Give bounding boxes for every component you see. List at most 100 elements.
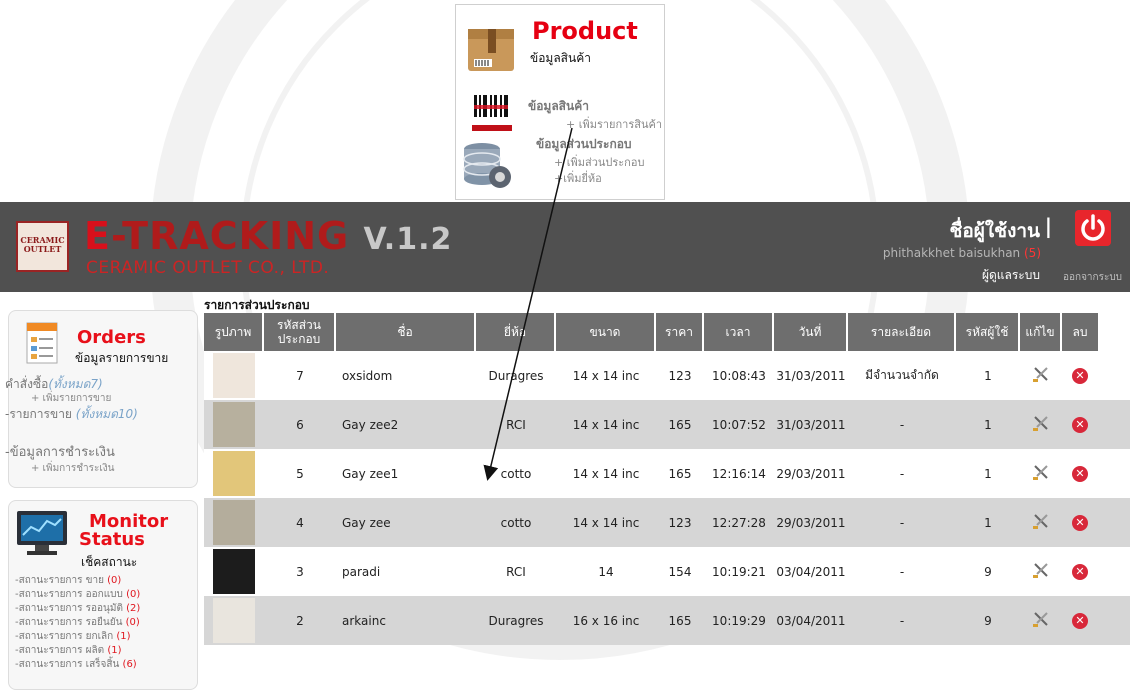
- cell-time: 12:16:14: [712, 466, 766, 481]
- cell-image: [204, 500, 264, 545]
- cell-price: 123: [668, 368, 692, 383]
- edit-tools-icon[interactable]: [1032, 463, 1050, 481]
- cell-name: Gay zee2: [342, 417, 399, 432]
- delete-icon[interactable]: ✕: [1072, 563, 1088, 580]
- cell-price: 154: [668, 564, 692, 579]
- cell-detail: -: [899, 564, 905, 579]
- cell-component-id: 6: [296, 417, 304, 432]
- table-row: 5 Gay zee1 cotto 14 x 14 inc 165 12:16:14 29/0…: [204, 449, 1130, 498]
- cell-time: 12:27:28: [712, 515, 766, 530]
- cell-time: 10:19:29: [712, 613, 766, 628]
- cell-brand: RCI: [506, 564, 526, 579]
- product-title: Product: [532, 17, 638, 45]
- cell-date: 31/03/2011: [776, 368, 846, 383]
- status-cancelled[interactable]: -สถานะรายการ ยกเลิก (1): [15, 629, 131, 644]
- cell-date: 31/03/2011: [776, 417, 846, 432]
- edit-tools-icon[interactable]: [1032, 561, 1050, 579]
- tile-thumbnail: [213, 500, 255, 545]
- cell-user-id: 1: [984, 368, 992, 383]
- product-menu-panel: Product ข้อมูลสินค้า ข้อมูลสินค้า + เพิ่…: [455, 4, 665, 200]
- cell-size: 14 x 14 inc: [572, 368, 640, 383]
- cell-delete: ✕: [1062, 465, 1098, 482]
- cell-edit: [1020, 463, 1062, 484]
- logout-link[interactable]: ออกจากระบบ: [1063, 270, 1122, 285]
- orders-card: Orders ข้อมูลรายการขาย คำสั่งซื้อ(ทั้งหม…: [5, 310, 198, 488]
- table-row: 4 Gay zee cotto 14 x 14 inc 123 12:27:28 29/03…: [204, 498, 1130, 547]
- user-role: ผู้ดูแลระบบ: [981, 268, 1040, 282]
- edit-tools-icon[interactable]: [1032, 610, 1050, 628]
- menu-add-brand[interactable]: +เพิ่มยี่ห้อ: [554, 169, 602, 187]
- cell-detail: -: [899, 515, 905, 530]
- cell-brand: RCI: [506, 417, 526, 432]
- col-name: ชื่อ: [336, 313, 476, 351]
- status-pending-confirm[interactable]: -สถานะรายการ รอยืนยัน (0): [15, 615, 140, 630]
- cell-component-id: 2: [296, 613, 304, 628]
- table-row: 7 oxsidom Duragres 14 x 14 inc 123 10:08:43 31…: [204, 351, 1130, 400]
- cell-component-id: 7: [296, 368, 304, 383]
- col-image: รูปภาพ: [204, 313, 264, 351]
- menu-add-product[interactable]: + เพิ่มรายการสินค้า: [566, 115, 662, 133]
- cell-name: paradi: [342, 564, 381, 579]
- cell-date: 29/03/2011: [776, 515, 846, 530]
- database-settings-icon: [463, 143, 511, 188]
- orders-add-payment-link[interactable]: + เพิ่มการชำระเงิน: [31, 461, 114, 476]
- status-production[interactable]: -สถานะรายการ ผลิต (1): [15, 643, 122, 658]
- delete-icon[interactable]: ✕: [1072, 367, 1088, 384]
- product-subtitle: ข้อมูลสินค้า: [530, 51, 591, 65]
- cell-price: 165: [668, 466, 692, 481]
- orders-payment-link[interactable]: -ข้อมูลการชำระเงิน: [5, 441, 115, 462]
- monitor-subtitle: เช็คสถานะ: [81, 555, 138, 569]
- menu-component-info[interactable]: ข้อมูลส่วนประกอบ: [536, 135, 632, 154]
- col-price: ราคา: [656, 313, 704, 351]
- status-completed[interactable]: -สถานะรายการ เสร็จสิ้น (6): [15, 657, 137, 672]
- table-header: รูปภาพ รหัสส่วน ประกอบ ชื่อ ยี่ห้อ ขนาด …: [204, 313, 1130, 351]
- tile-thumbnail: [213, 549, 255, 594]
- col-user-id: รหัสผู้ใช้: [956, 313, 1020, 351]
- app-header: CERAMIC OUTLET E-TRACKING V.1.2 CERAMIC …: [0, 202, 1130, 292]
- tile-thumbnail: [213, 402, 255, 447]
- cell-detail: -: [899, 613, 905, 628]
- edit-tools-icon[interactable]: [1032, 365, 1050, 383]
- status-sale[interactable]: -สถานะรายการ ขาย (0): [15, 573, 121, 588]
- delete-icon[interactable]: ✕: [1072, 465, 1088, 482]
- cell-size: 14 x 14 inc: [572, 417, 640, 432]
- cell-image: [204, 549, 264, 594]
- cell-name: Gay zee: [342, 515, 391, 530]
- edit-tools-icon[interactable]: [1032, 414, 1050, 432]
- product-box-icon: [468, 29, 514, 71]
- menu-product-info[interactable]: ข้อมูลสินค้า: [528, 97, 589, 116]
- cell-component-id: 4: [296, 515, 304, 530]
- cell-size: 16 x 16 inc: [572, 613, 640, 628]
- cell-time: 10:07:52: [712, 417, 766, 432]
- orders-sales-link[interactable]: -รายการขาย (ทั้งหมด10): [5, 405, 138, 424]
- col-size: ขนาด: [556, 313, 656, 351]
- cell-user-id: 1: [984, 466, 992, 481]
- status-pending-approval[interactable]: -สถานะรายการ รออนุมัติ (2): [15, 601, 140, 616]
- orders-document-icon: [26, 322, 58, 364]
- monitor-status-card: Monitor Status เช็คสถานะ -สถานะรายการ ขา…: [8, 500, 198, 690]
- cell-image: [204, 451, 264, 496]
- monitor-icon: [17, 511, 67, 555]
- delete-icon[interactable]: ✕: [1072, 514, 1088, 531]
- cell-name: Gay zee1: [342, 466, 399, 481]
- edit-tools-icon[interactable]: [1032, 512, 1050, 530]
- orders-title: Orders: [77, 327, 146, 348]
- col-detail: รายละเอียด: [848, 313, 956, 351]
- table-row: 6 Gay zee2 RCI 14 x 14 inc 165 10:07:52 31/03/…: [204, 400, 1130, 449]
- status-design[interactable]: -สถานะรายการ ออกแบบ (0): [15, 587, 140, 602]
- cell-user-id: 1: [984, 515, 992, 530]
- orders-add-sale-link[interactable]: + เพิ่มรายการขาย: [31, 391, 111, 406]
- delete-icon[interactable]: ✕: [1072, 612, 1088, 629]
- cell-user-id: 9: [984, 564, 992, 579]
- table-body: 7 oxsidom Duragres 14 x 14 inc 123 10:08:43 31…: [204, 351, 1130, 645]
- cell-image: [204, 353, 264, 398]
- cell-edit: [1020, 610, 1062, 631]
- cell-brand: Duragres: [488, 613, 544, 628]
- cell-size: 14 x 14 inc: [572, 515, 640, 530]
- delete-icon[interactable]: ✕: [1072, 416, 1088, 433]
- cell-image: [204, 402, 264, 447]
- power-icon[interactable]: [1075, 210, 1111, 246]
- user-name[interactable]: phithakkhet baisukhan (5): [883, 246, 1041, 260]
- cell-image: [204, 598, 264, 643]
- col-component-id: รหัสส่วน ประกอบ: [264, 313, 336, 351]
